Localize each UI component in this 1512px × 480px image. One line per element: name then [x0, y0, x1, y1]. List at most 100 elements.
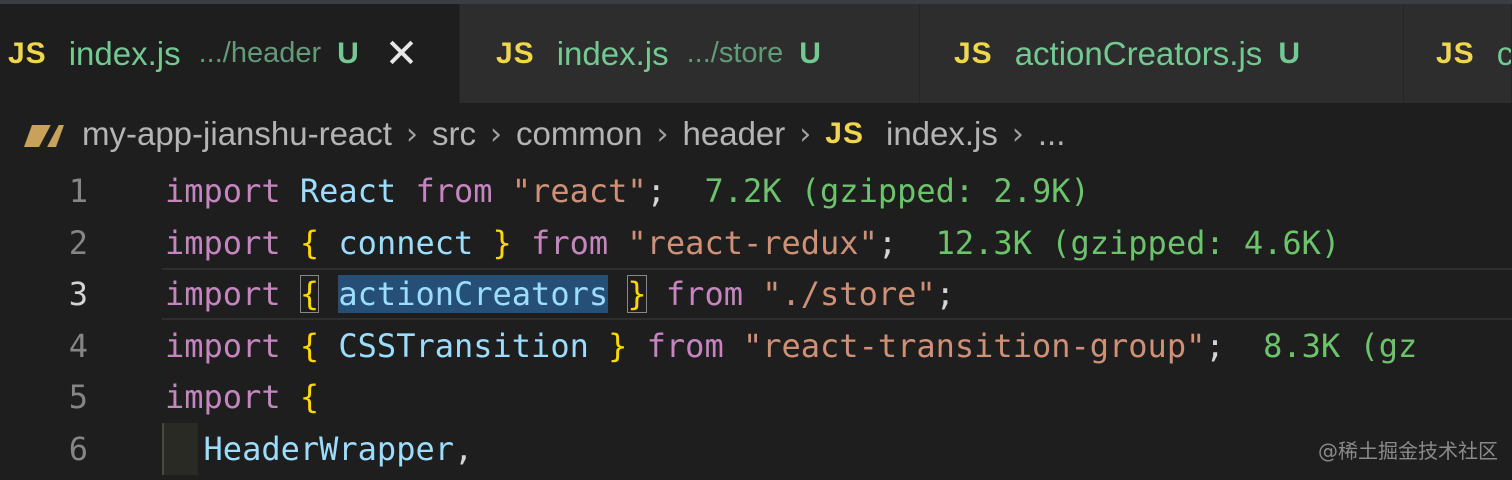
chevron-right-icon: › — [656, 116, 669, 152]
chevron-right-icon: › — [405, 116, 418, 152]
tab-truncated[interactable]: JS c — [1404, 4, 1512, 103]
breadcrumb-item-src[interactable]: src — [432, 115, 476, 153]
code-token: { — [299, 378, 320, 416]
tab-git-status: U — [1278, 36, 1300, 70]
code-token: ; — [1205, 326, 1225, 365]
code-token: import — [165, 172, 281, 210]
line-number: 1 — [68, 172, 88, 210]
code-token: from — [415, 172, 493, 210]
tab-git-status: U — [799, 36, 821, 70]
line-number: 4 — [68, 326, 88, 365]
tab-path: .../store — [686, 37, 784, 69]
code-line[interactable]: 2 import { connect } from "react-redux"; … — [0, 217, 1512, 269]
code-token: import — [165, 326, 281, 365]
code-token: import — [165, 378, 281, 416]
js-file-icon: JS — [825, 117, 864, 150]
code-token: "react" — [511, 172, 647, 210]
chevron-right-icon: › — [799, 116, 812, 152]
folder-icon — [23, 119, 65, 149]
code-token: import — [165, 223, 281, 262]
code-line[interactable]: 6 HeaderWrapper, — [0, 423, 1512, 475]
line-number: 3 — [68, 275, 88, 313]
code-token: } — [492, 223, 512, 262]
chevron-right-icon: › — [489, 116, 502, 152]
js-file-icon: JS — [8, 36, 47, 70]
tab-filename: actionCreators.js — [1014, 34, 1263, 72]
code-line[interactable]: 3 import { actionCreators } from "./store… — [0, 268, 1512, 320]
code-text: import { CSSTransition } from "react-tra… — [165, 320, 1417, 372]
tab-git-status: U — [337, 36, 359, 70]
code-editor[interactable]: 1 import React from "react"; 7.2K (gzippe… — [0, 165, 1512, 480]
code-text: import { actionCreators } from "./store"… — [165, 268, 955, 320]
code-token: "./store" — [762, 275, 936, 313]
code-token: } — [608, 326, 628, 365]
code-token: 8.3K (gz — [1263, 326, 1418, 365]
breadcrumb-item-header[interactable]: header — [683, 115, 786, 153]
code-line[interactable]: 1 import React from "react"; 7.2K (gzippe… — [0, 165, 1512, 217]
code-token: connect — [338, 223, 474, 262]
code-token: { — [299, 223, 320, 262]
tab-index-js-header[interactable]: JS index.js .../header U ✕ — [0, 4, 460, 103]
code-token: ; — [877, 223, 898, 262]
tab-action-creators[interactable]: JS actionCreators.js U — [920, 4, 1404, 103]
js-file-icon: JS — [954, 36, 993, 70]
code-token: from — [646, 326, 724, 365]
code-token: "react-redux" — [627, 223, 878, 262]
tab-filename: c — [1496, 34, 1512, 72]
code-token: from — [531, 223, 609, 262]
code-token: React — [299, 172, 397, 210]
code-token: 7.2K (gzipped: 2.9K) — [704, 172, 1090, 210]
tab-index-js-store[interactable]: JS index.js .../store U — [460, 4, 920, 103]
code-token: HeaderWrapper — [203, 429, 454, 468]
breadcrumb-item-file[interactable]: index.js — [886, 115, 998, 153]
code-token: from — [665, 275, 743, 313]
code-token: CSSTransition — [338, 326, 589, 365]
tab-filename: index.js — [68, 34, 181, 72]
breadcrumb-item-project[interactable]: my-app-jianshu-react — [82, 115, 392, 153]
code-token: actionCreators — [338, 275, 609, 313]
code-line[interactable]: 5 import { — [0, 371, 1512, 423]
breadcrumb-more[interactable]: ... — [1038, 115, 1066, 153]
js-file-icon: JS — [1436, 36, 1475, 70]
code-text: import React from "react"; 7.2K (gzipped… — [165, 165, 1090, 217]
code-token: import — [165, 275, 281, 313]
line-number: 2 — [68, 223, 88, 262]
breadcrumb-item-common[interactable]: common — [516, 115, 643, 153]
code-text: import { connect } from "react-redux"; 1… — [165, 217, 1340, 269]
tab-path: .../header — [198, 37, 322, 69]
js-file-icon: JS — [496, 36, 535, 70]
close-icon[interactable]: ✕ — [385, 34, 419, 74]
tab-filename: index.js — [556, 34, 669, 72]
code-token: , — [453, 429, 474, 468]
line-number: 5 — [68, 378, 88, 416]
code-line[interactable]: 4 import { CSSTransition } from "react-tr… — [0, 320, 1512, 372]
tab-bar: JS index.js .../header U ✕ JS index.js .… — [0, 0, 1512, 103]
code-text: HeaderWrapper, — [165, 423, 474, 475]
breadcrumb: my-app-jianshu-react › src › common › he… — [0, 103, 1512, 165]
code-text: import { — [165, 371, 319, 423]
code-token: ; — [646, 172, 666, 210]
